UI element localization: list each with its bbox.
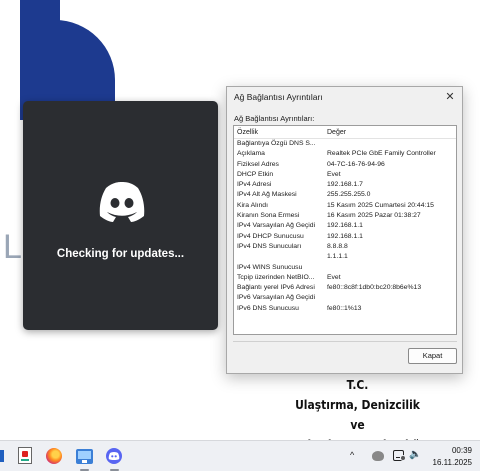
detail-row[interactable]: IPv6 DNS Sunucusu fe80::1%13 — [234, 304, 456, 314]
detail-row[interactable]: Bağlantıya Özgü DNS S... — [234, 139, 456, 149]
detail-row[interactable]: IPv4 Alt Ağ Maskesi 255.255.255.0 — [234, 190, 456, 200]
detail-value: 8.8.8.8 — [327, 242, 348, 250]
detail-property: IPv4 DHCP Sunucusu — [237, 232, 304, 240]
clock-time[interactable]: 00:39 — [430, 446, 472, 455]
discord-updater-window[interactable]: Checking for updates... — [23, 101, 218, 330]
detail-property: Bağlantı yerel IPv6 Adresi — [237, 284, 315, 292]
detail-row[interactable]: IPv4 DNS Sunucuları 8.8.8.8 — [234, 242, 456, 252]
detail-value: 192.168.1.1 — [327, 232, 363, 240]
detail-row[interactable]: IPv6 Varsayılan Ağ Geçidi — [234, 293, 456, 303]
close-button[interactable]: Kapat — [408, 348, 457, 364]
volume-icon[interactable]: 🔈 — [409, 449, 421, 460]
detail-property: IPv4 Varsayılan Ağ Geçidi — [237, 222, 316, 230]
detail-property: Bağlantıya Özgü DNS S... — [237, 140, 316, 147]
detail-property: Kira Alındı — [237, 201, 268, 209]
firefox-icon[interactable] — [46, 448, 62, 464]
detail-row[interactable]: IPv4 DHCP Sunucusu 192.168.1.1 — [234, 232, 456, 242]
detail-row[interactable]: 1.1.1.1 — [234, 252, 456, 262]
detail-value: Evet — [327, 170, 341, 178]
detail-value: 16 Kasım 2025 Pazar 01:38:27 — [327, 212, 421, 220]
wallpaper-caption-line: T.C. — [346, 377, 369, 392]
discord-logo-icon — [99, 182, 145, 222]
detail-property: Kiranın Sona Ermesi — [237, 212, 300, 220]
close-icon[interactable]: ✕ — [442, 89, 458, 105]
detail-property: Fiziksel Adres — [237, 160, 279, 168]
detail-property: IPv4 Adresi — [237, 181, 272, 189]
detail-row[interactable]: IPv4 Varsayılan Ağ Geçidi 192.168.1.1 — [234, 221, 456, 231]
detail-property: Tcpip üzerinden NetBIO... — [237, 273, 315, 281]
detail-value: fe80::8c8f:1db0:bc20:8b6e%13 — [327, 284, 422, 292]
detail-property: IPv4 DNS Sunucuları — [237, 242, 302, 250]
dialog-title: Ağ Bağlantısı Ayrıntıları — [234, 92, 323, 102]
detail-row[interactable]: Bağlantı yerel IPv6 Adresi fe80::8c8f:1db… — [234, 283, 456, 293]
detail-property: Açıklama — [237, 150, 265, 158]
detail-value: Evet — [327, 273, 341, 281]
taskbar: ^ 🔈 00:39 16.11.2025 — [0, 440, 480, 471]
detail-row[interactable]: Fiziksel Adres 04-7C-16-76-94-96 — [234, 160, 456, 170]
detail-value: fe80::1%13 — [327, 304, 362, 312]
detail-value: 192.168.1.7 — [327, 181, 363, 189]
update-status-text: Checking for updates... — [56, 248, 185, 260]
chevron-up-icon[interactable]: ^ — [350, 450, 354, 460]
taskbar-edge-icon[interactable] — [0, 450, 4, 462]
detail-value: Realtek PCIe GbE Family Controller — [327, 150, 436, 158]
dialog-divider — [233, 341, 457, 342]
details-list-header: Özellik Değer — [234, 126, 456, 139]
detail-value: 15 Kasım 2025 Cumartesi 20:44:15 — [327, 201, 434, 209]
detail-row[interactable]: Kira Alındı 15 Kasım 2025 Cumartesi 20:44… — [234, 201, 456, 211]
detail-value: 192.168.1.1 — [327, 222, 363, 230]
detail-property: IPv4 WINS Sunucusu — [237, 263, 303, 271]
detail-property: IPv6 Varsayılan Ağ Geçidi — [237, 294, 316, 302]
details-list[interactable]: Özellik Değer Bağlantıya Özgü DNS S... Aç… — [233, 125, 457, 335]
detail-property: IPv6 DNS Sunucusu — [237, 304, 299, 312]
wallpaper-letter: L — [3, 228, 22, 266]
app-icon[interactable] — [18, 447, 32, 464]
detail-value: 1.1.1.1 — [327, 253, 348, 261]
discord-icon[interactable] — [106, 448, 122, 464]
detail-row[interactable]: DHCP Etkin Evet — [234, 170, 456, 180]
detail-row[interactable]: Açıklama Realtek PCIe GbE Family Controll… — [234, 149, 456, 159]
dialog-caption: Ağ Bağlantısı Ayrıntıları: — [234, 114, 315, 123]
detail-property: DHCP Etkin — [237, 170, 274, 178]
tray-app-icon[interactable] — [372, 451, 384, 461]
clock-date[interactable]: 16.11.2025 — [424, 458, 472, 467]
detail-value: 255.255.255.0 — [327, 191, 371, 199]
network-details-dialog[interactable]: Ağ Bağlantısı Ayrıntıları ✕ Ağ Bağlantıs… — [226, 86, 463, 374]
details-rows: Bağlantıya Özgü DNS S... Açıklama Realtek … — [234, 139, 456, 314]
detail-property: IPv4 Alt Ağ Maskesi — [237, 191, 297, 199]
detail-value: 04-7C-16-76-94-96 — [327, 160, 385, 168]
column-header-value[interactable]: Değer — [327, 129, 346, 136]
detail-row[interactable]: IPv4 Adresi 192.168.1.7 — [234, 180, 456, 190]
detail-row[interactable]: Kiranın Sona Ermesi 16 Kasım 2025 Pazar 0… — [234, 211, 456, 221]
detail-row[interactable]: Tcpip üzerinden NetBIO... Evet — [234, 273, 456, 283]
column-header-property[interactable]: Özellik — [237, 129, 258, 136]
network-status-icon — [400, 455, 406, 461]
detail-row[interactable]: IPv4 WINS Sunucusu — [234, 263, 456, 273]
remote-desktop-icon[interactable] — [76, 449, 93, 464]
wallpaper-caption-line: Ulaştırma, Denizcilik ve — [295, 397, 420, 432]
